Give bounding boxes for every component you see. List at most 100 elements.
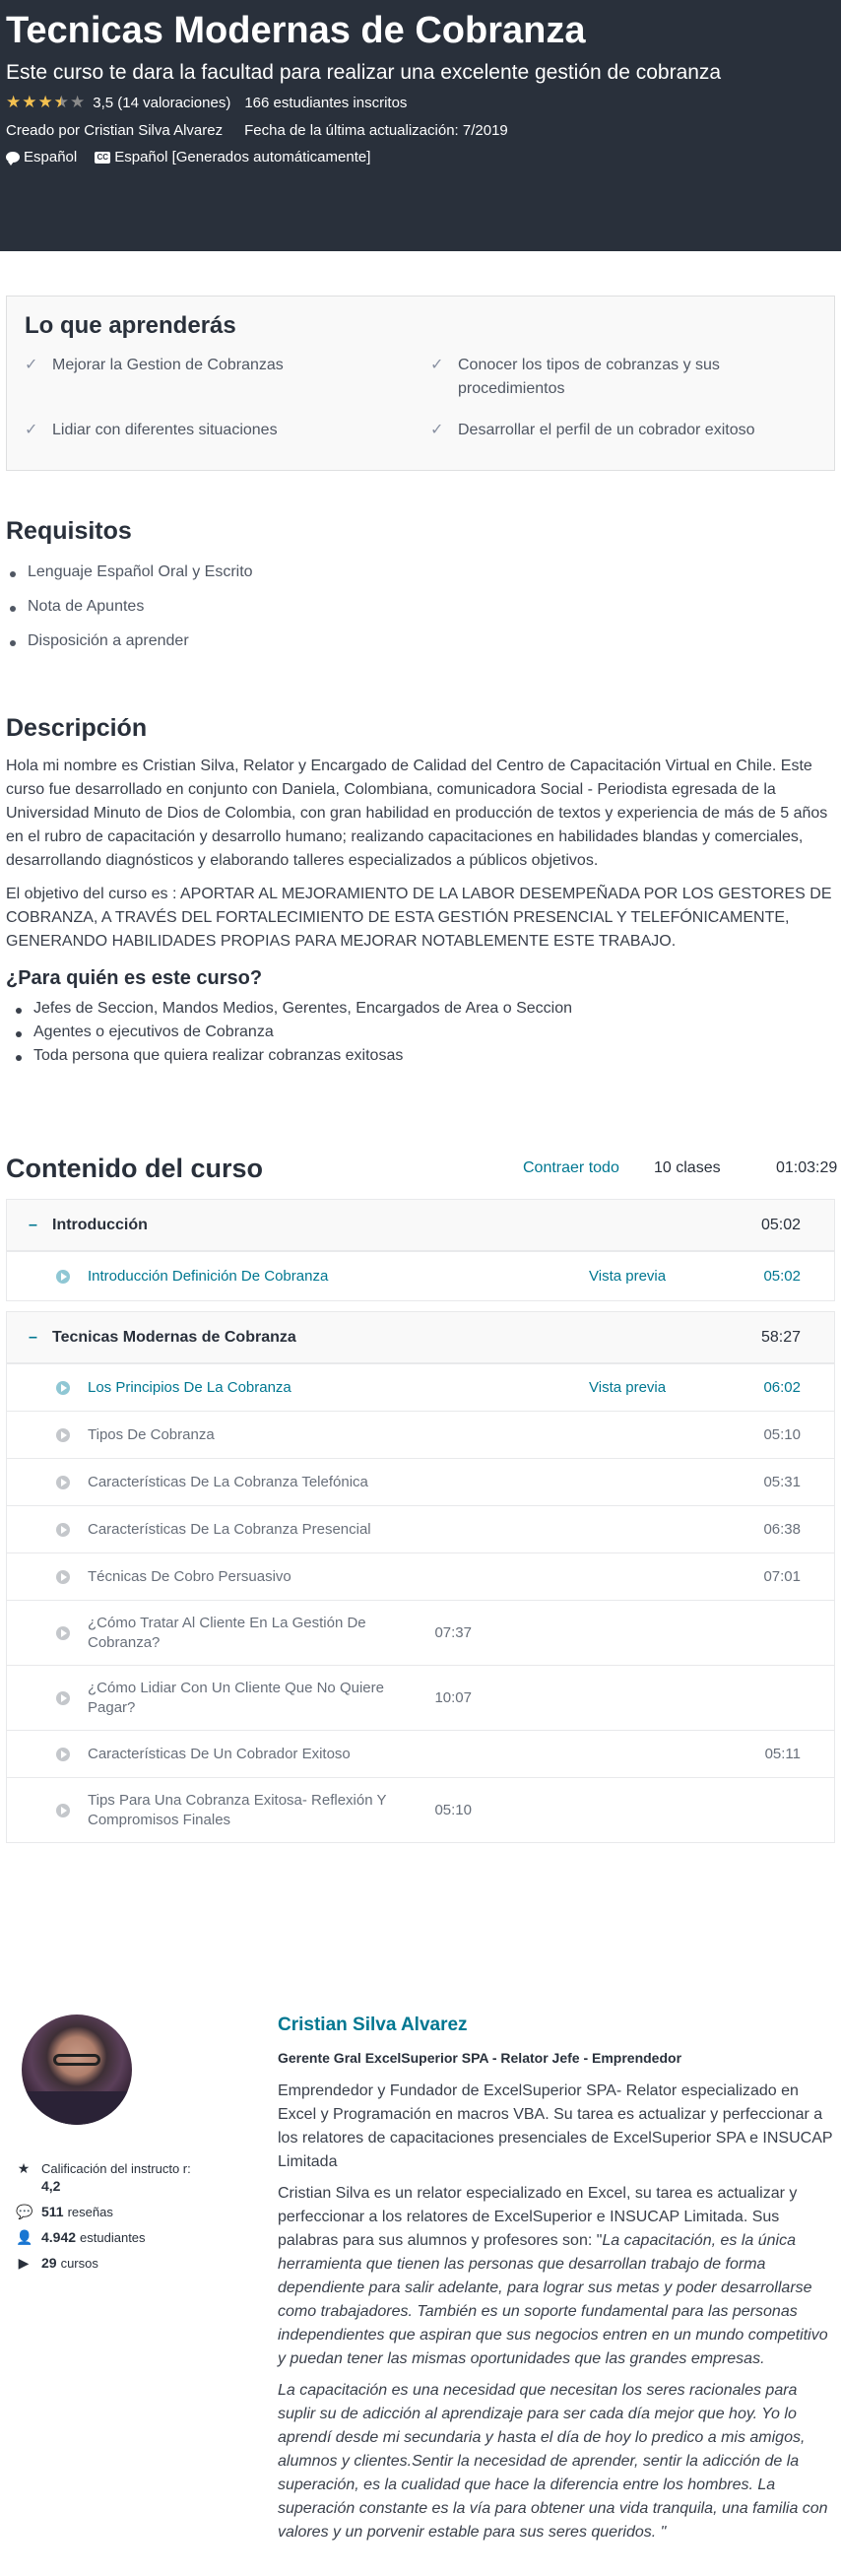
learn-item: ✓ Lidiar con diferentes situaciones bbox=[25, 419, 411, 442]
lecture-title: Tips Para Una Cobranza Exitosa- Reflexió… bbox=[88, 1791, 387, 1828]
speech-bubble-icon bbox=[6, 152, 20, 165]
description-title: Descripción bbox=[6, 714, 148, 742]
play-icon bbox=[56, 1380, 70, 1395]
star-icon: ★ bbox=[22, 93, 37, 111]
play-icon bbox=[56, 1625, 70, 1640]
requirements: Requisitos Lenguaje Español Oral y Escri… bbox=[6, 517, 835, 667]
requirement-item: Disposición a aprender bbox=[6, 632, 835, 667]
avatar-shirt bbox=[22, 2091, 132, 2125]
student-count: 166 estudiantes inscritos bbox=[244, 94, 408, 111]
captions: CC Español [Generados automáticamente] bbox=[95, 149, 370, 165]
what-you-will-learn: Lo que aprenderás ✓ Mejorar la Gestion d… bbox=[6, 296, 835, 471]
rating-text[interactable]: 3,5 (14 valoraciones) bbox=[93, 95, 230, 111]
learn-title: Lo que aprenderás bbox=[25, 312, 236, 339]
captions-label: Español [Generados automáticamente] bbox=[114, 149, 371, 165]
section-header[interactable]: – Introducción 05:02 bbox=[7, 1200, 834, 1251]
lecture-row: ¿Cómo Lidiar Con Un Cliente Que No Quier… bbox=[7, 1665, 834, 1730]
course-stats: ★ ★ ★ ★ ★ 3,5 (14 valoraciones) 166 estu… bbox=[6, 93, 835, 112]
description-paragraph: El objetivo del curso es : APORTAR AL ME… bbox=[6, 886, 832, 950]
star-icon: ★ bbox=[6, 93, 22, 111]
lecture-duration: 05:11 bbox=[764, 1746, 801, 1762]
audience-item: Jefes de Seccion, Mandos Medios, Gerente… bbox=[6, 1000, 835, 1024]
play-icon bbox=[56, 1522, 70, 1537]
check-icon: ✓ bbox=[25, 357, 38, 373]
audience-item: Toda persona que quiera realizar cobranz… bbox=[6, 1047, 835, 1071]
instructor-name[interactable]: Cristian Silva Alvarez bbox=[278, 2015, 835, 2036]
course-title: Tecnicas Modernas de Cobranza bbox=[6, 10, 586, 51]
lecture-row[interactable]: Los Principios De La Cobranza Vista prev… bbox=[7, 1363, 834, 1411]
reviews-label: reseñas bbox=[67, 2205, 113, 2219]
user-icon: 👤 bbox=[16, 2229, 33, 2245]
description: Descripción Hola mi nombre es Cristian S… bbox=[6, 714, 835, 1071]
lecture-title: ¿Cómo Lidiar Con Un Cliente Que No Quier… bbox=[88, 1679, 384, 1716]
avatar-glasses bbox=[53, 2054, 100, 2066]
lecture-duration: 10:07 bbox=[434, 1689, 472, 1706]
language: Español bbox=[6, 149, 77, 165]
learn-item: ✓ Conocer los tipos de cobranzas y sus p… bbox=[430, 354, 816, 401]
check-icon: ✓ bbox=[25, 422, 38, 438]
course-header: Tecnicas Modernas de Cobranza Este curso… bbox=[0, 0, 841, 251]
section-header[interactable]: – Tecnicas Modernas de Cobranza 58:27 bbox=[7, 1312, 834, 1363]
instructor-students: 👤 4.942 estudiantes bbox=[16, 2229, 223, 2245]
comment-icon: 💬 bbox=[16, 2204, 33, 2219]
play-icon bbox=[56, 1803, 70, 1817]
collapse-icon: – bbox=[29, 1216, 37, 1233]
star-half-icon: ★ bbox=[54, 93, 69, 112]
play-icon bbox=[56, 1427, 70, 1442]
learn-item: ✓ Mejorar la Gestion de Cobranzas bbox=[25, 354, 411, 401]
lecture-row: Técnicas De Cobro Persuasivo 07:01 bbox=[7, 1552, 834, 1600]
lecture-title: ¿Cómo Tratar Al Cliente En La Gestión De… bbox=[88, 1614, 366, 1651]
curriculum-section: – Introducción 05:02 Introducción Defini… bbox=[6, 1199, 835, 1301]
check-icon: ✓ bbox=[430, 357, 444, 373]
description-paragraph: Hola mi nombre es Cristian Silva, Relato… bbox=[6, 758, 828, 869]
learn-item: ✓ Desarrollar el perfil de un cobrador e… bbox=[430, 419, 816, 442]
learn-item-text: Desarrollar el perfil de un cobrador exi… bbox=[458, 422, 755, 438]
requirements-title: Requisitos bbox=[6, 517, 132, 545]
students-label: estudiantes bbox=[80, 2230, 146, 2245]
rating-label: Calificación del instructo r: bbox=[41, 2161, 191, 2176]
lecture-title: Características De Un Cobrador Exitoso bbox=[88, 1745, 351, 1762]
rating-stars: ★ ★ ★ ★ ★ bbox=[6, 93, 85, 112]
reviews-value: 511 bbox=[41, 2204, 64, 2219]
requirement-item: Nota de Apuntes bbox=[6, 598, 835, 632]
lecture-row: Características De La Cobranza Presencia… bbox=[7, 1505, 834, 1552]
course-content: Contenido del curso Contraer todo 10 cla… bbox=[6, 1148, 837, 1843]
preview-link[interactable]: Vista previa bbox=[589, 1268, 742, 1285]
rating-value: 4,2 bbox=[41, 2178, 61, 2194]
lecture-row: Características De Un Cobrador Exitoso 0… bbox=[7, 1730, 834, 1777]
instructor-courses: ▶ 29 cursos bbox=[16, 2255, 223, 2271]
play-icon bbox=[56, 1569, 70, 1584]
learn-item-text: Mejorar la Gestion de Cobranzas bbox=[52, 357, 284, 373]
instructor-bio: Cristian Silva Alvarez Gerente Gral Exce… bbox=[278, 2015, 835, 2552]
star-empty-icon: ★ bbox=[70, 93, 86, 111]
lecture-title[interactable]: Introducción Definición De Cobranza bbox=[88, 1267, 589, 1287]
lecture-row: ¿Cómo Tratar Al Cliente En La Gestión De… bbox=[7, 1600, 834, 1665]
lecture-title[interactable]: Los Principios De La Cobranza bbox=[88, 1378, 589, 1398]
lecture-row[interactable]: Introducción Definición De Cobranza Vist… bbox=[7, 1251, 834, 1300]
lecture-row: Tips Para Una Cobranza Exitosa- Reflexió… bbox=[7, 1777, 834, 1842]
created-by[interactable]: Creado por Cristian Silva Alvarez bbox=[6, 122, 223, 139]
lecture-row: Características De La Cobranza Telefónic… bbox=[7, 1458, 834, 1505]
learn-item-text: Conocer los tipos de cobranzas y sus pro… bbox=[458, 357, 720, 397]
collapse-all-button[interactable]: Contraer todo bbox=[523, 1159, 654, 1177]
preview-link[interactable]: Vista previa bbox=[589, 1379, 742, 1396]
course-subtitle: Este curso te dara la facultad para real… bbox=[6, 61, 722, 84]
instructor-rating: ★ Calificación del instructo r: 4,2 bbox=[16, 2160, 223, 2194]
students-value: 4.942 bbox=[41, 2229, 77, 2245]
bio-paragraph: Cristian Silva es un relator especializa… bbox=[278, 2182, 835, 2371]
lecture-duration: 07:37 bbox=[434, 1624, 472, 1641]
lecture-duration: 07:01 bbox=[763, 1568, 801, 1585]
audience-item: Agentes o ejecutivos de Cobranza bbox=[6, 1024, 835, 1047]
instructor-job-title: Gerente Gral ExcelSuperior SPA - Relator… bbox=[278, 2050, 682, 2066]
lecture-count: 10 clases bbox=[654, 1159, 721, 1176]
lecture-title: Características De La Cobranza Telefónic… bbox=[88, 1473, 368, 1490]
section-title: Tecnicas Modernas de Cobranza bbox=[52, 1328, 296, 1346]
play-icon bbox=[56, 1475, 70, 1489]
lecture-row: Tipos De Cobranza 05:10 bbox=[7, 1411, 834, 1458]
content-title: Contenido del curso bbox=[6, 1153, 264, 1183]
play-icon bbox=[56, 1747, 70, 1761]
collapse-icon: – bbox=[29, 1328, 37, 1346]
instructor-stats: ★ Calificación del instructo r: 4,2 💬 51… bbox=[16, 2160, 223, 2280]
lecture-title: Tipos De Cobranza bbox=[88, 1425, 215, 1443]
instructor-avatar[interactable] bbox=[22, 2015, 132, 2125]
